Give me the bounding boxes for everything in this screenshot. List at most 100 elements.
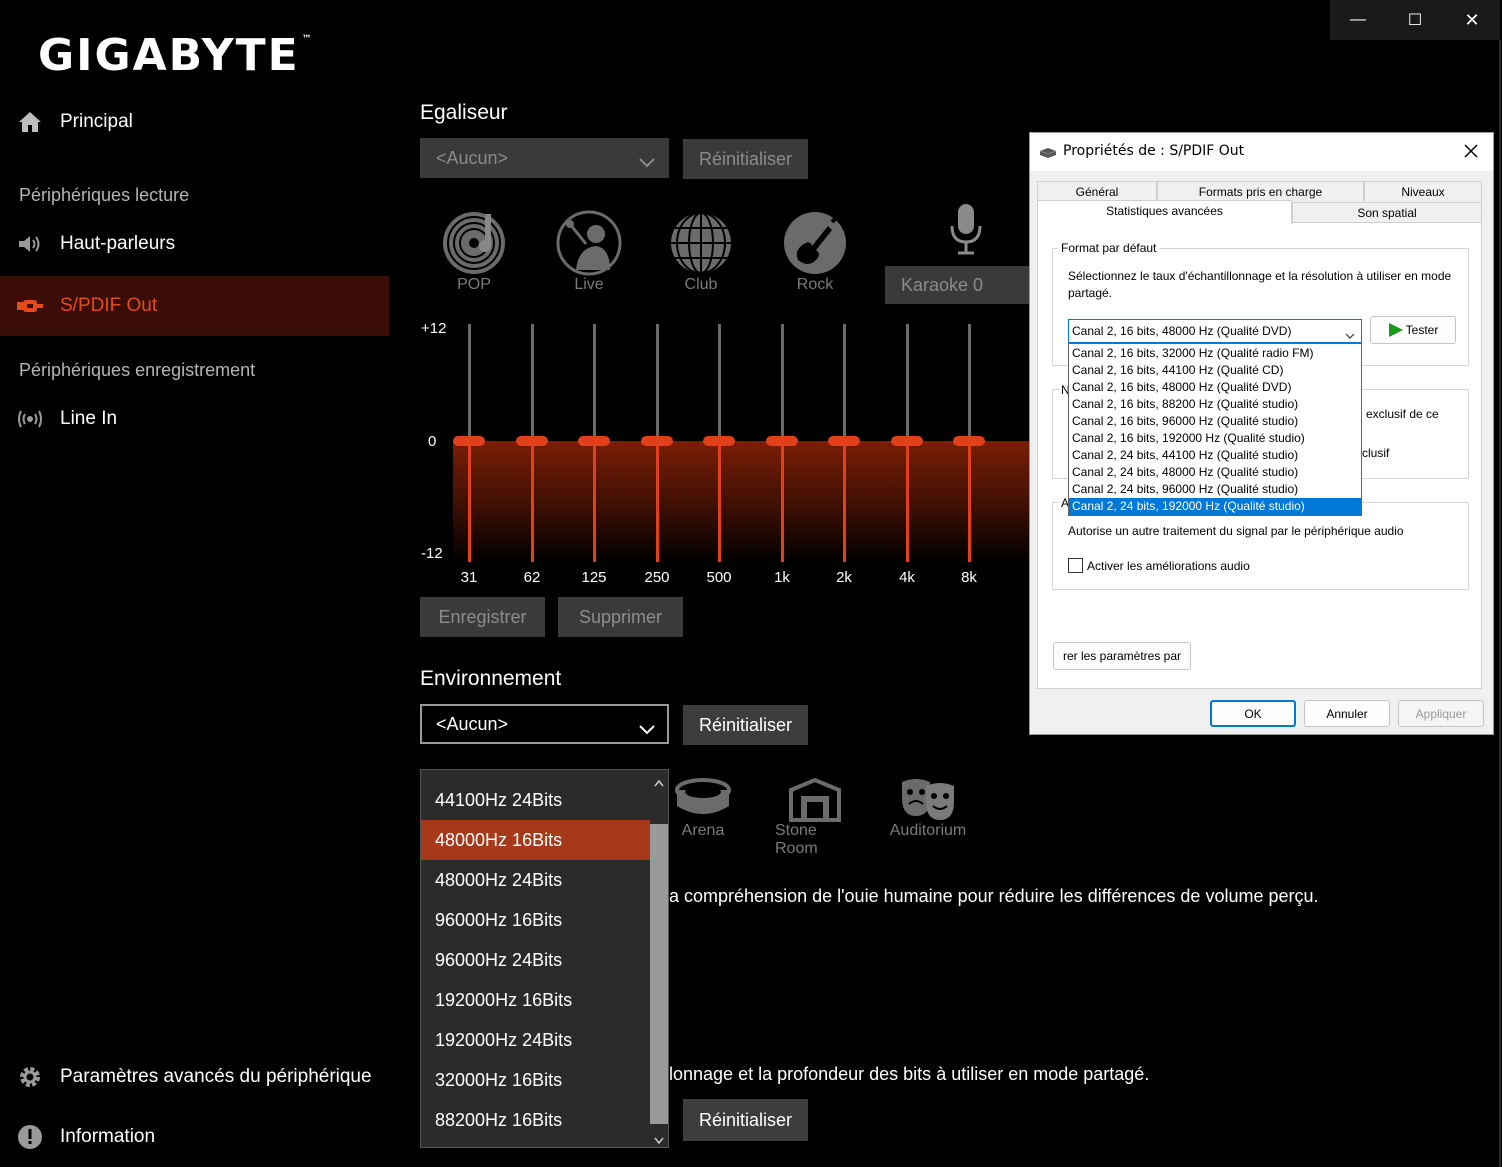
eq-scale-top: +12 [421,320,447,337]
preset-live[interactable]: Live [549,210,629,294]
eq-delete-button[interactable]: Supprimer [558,597,683,637]
eq-band-fill [531,441,534,562]
eq-band-knob[interactable] [828,436,860,446]
format-reset-button[interactable]: Réinitialiser [683,1099,808,1141]
eq-band-knob[interactable] [578,436,610,446]
format-description: lonnage et la profondeur des bits à util… [669,1064,1150,1084]
format-list-item[interactable]: Canal 2, 24 bits, 48000 Hz (Qualité stud… [1069,464,1361,481]
format-list-item[interactable]: Canal 2, 24 bits, 44100 Hz (Qualité stud… [1069,447,1361,464]
enhancements-checkbox[interactable] [1068,558,1083,573]
eq-save-button[interactable]: Enregistrer [420,597,545,637]
eq-band-fill [906,441,909,562]
env-preset-arena[interactable]: Arena [663,776,743,840]
eq-band-knob[interactable] [766,436,798,446]
scrollbar-thumb[interactable] [650,824,668,1124]
scroll-down-arrow-icon[interactable] [654,1132,664,1150]
format-dropdown-list[interactable]: 44100Hz 24Bits 48000Hz 16Bits 48000Hz 24… [420,769,669,1148]
tab-levels[interactable]: Niveaux [1364,181,1482,201]
close-button[interactable]: ✕ [1444,0,1500,40]
sidebar-item-label: Information [60,1126,156,1147]
karaoke-level-spinner[interactable]: Karaoke 0 [885,266,1031,304]
group-default-format-label: Format par défaut [1058,241,1160,255]
dropdown-scrollbar[interactable] [650,770,668,1147]
env-preset-auditorium[interactable]: Auditorium [888,776,968,840]
sidebar-item-speakers[interactable]: Haut-parleurs [0,214,389,274]
format-option[interactable]: 96000Hz 16Bits [421,900,650,940]
test-button[interactable]: Tester [1370,316,1456,344]
sidebar-item-principal[interactable]: Principal [0,92,389,152]
eq-band-label: 4k [899,569,915,586]
eq-band-fill [781,441,784,562]
format-listbox[interactable]: Canal 2, 16 bits, 32000 Hz (Qualité radi… [1068,343,1362,516]
info-icon [0,1124,60,1150]
preset-pop[interactable]: POP [434,210,514,294]
eq-band-knob[interactable] [516,436,548,446]
eq-band-knob[interactable] [703,436,735,446]
equalizer-preset-select[interactable]: <Aucun> [420,138,669,178]
play-icon [1388,323,1403,337]
speaker-icon [0,234,60,254]
eq-band-fill [843,441,846,562]
dialog-close-button[interactable] [1460,140,1482,162]
eq-band-label: 8k [961,569,977,586]
chevron-down-icon [639,719,655,740]
environment-reset-button[interactable]: Réinitialiser [683,705,808,745]
maximize-button[interactable]: ☐ [1387,0,1443,40]
sidebar-item-label: Haut-parleurs [60,233,176,254]
eq-band-label: 125 [581,569,607,586]
tab-supported-formats[interactable]: Formats pris en charge [1157,181,1364,201]
test-button-label: Tester [1405,323,1439,337]
format-list-item[interactable]: Canal 2, 16 bits, 48000 Hz (Qualité DVD) [1069,379,1361,396]
scroll-up-arrow-icon[interactable] [654,774,664,792]
preset-club[interactable]: Club [661,210,741,294]
tab-spatial-sound[interactable]: Son spatial [1292,202,1482,223]
ok-button[interactable]: OK [1210,700,1296,727]
tab-advanced-stats[interactable]: Statistiques avancées [1037,200,1292,224]
apply-button[interactable]: Appliquer [1398,700,1484,727]
sidebar-item-line-in[interactable]: Line In [0,389,389,449]
disco-ball-icon [671,212,731,274]
default-format-combobox[interactable]: Canal 2, 16 bits, 48000 Hz (Qualité DVD) [1068,319,1362,343]
env-preset-stone-room[interactable]: Stone Room [775,776,855,858]
format-list-item-selected[interactable]: Canal 2, 24 bits, 192000 Hz (Qualité stu… [1069,498,1361,515]
loudness-description: a compréhension de l'ouie humaine pour r… [669,886,1319,906]
tab-general[interactable]: Général [1037,181,1157,201]
format-list-item[interactable]: Canal 2, 16 bits, 88200 Hz (Qualité stud… [1069,396,1361,413]
microphone-icon [948,202,984,261]
format-option[interactable]: 192000Hz 24Bits [421,1020,650,1060]
format-list-item[interactable]: Canal 2, 16 bits, 96000 Hz (Qualité stud… [1069,413,1361,430]
stone-room-icon [789,777,841,822]
home-icon [0,111,60,133]
format-option-selected[interactable]: 48000Hz 16Bits [421,820,650,860]
eq-band-knob[interactable] [641,436,673,446]
cancel-button[interactable]: Annuler [1304,700,1390,727]
enhancements-description: Autorise un autre traitement du signal p… [1068,524,1404,538]
format-list-item[interactable]: Canal 2, 24 bits, 96000 Hz (Qualité stud… [1069,481,1361,498]
environment-select[interactable]: <Aucun> [420,704,669,744]
format-option[interactable]: 48000Hz 24Bits [421,860,650,900]
format-option[interactable]: 32000Hz 16Bits [421,1060,650,1100]
format-list-item[interactable]: Canal 2, 16 bits, 32000 Hz (Qualité radi… [1069,345,1361,362]
eq-band-knob[interactable] [953,436,985,446]
format-option[interactable]: 192000Hz 16Bits [421,980,650,1020]
sidebar-item-label: S/PDIF Out [60,295,158,316]
sidebar-item-advanced-settings[interactable]: Paramètres avancés du périphérique [0,1047,389,1107]
restore-defaults-button[interactable]: rer les paramètres par [1053,642,1191,670]
format-list-item[interactable]: Canal 2, 16 bits, 44100 Hz (Qualité CD) [1069,362,1361,379]
equalizer-reset-button[interactable]: Réinitialiser [683,139,808,179]
eq-band-knob[interactable] [891,436,923,446]
sidebar-item-information[interactable]: Information [0,1107,389,1167]
section-playback-devices: Périphériques lecture [19,185,190,205]
format-option[interactable]: 96000Hz 24Bits [421,940,650,980]
gigabyte-logo: GIGABYTE ™ [38,30,314,81]
spdif-connector-icon [0,299,60,313]
enhancements-checkbox-label[interactable]: Activer les améliorations audio [1087,559,1250,573]
format-option[interactable]: 44100Hz 24Bits [421,780,650,820]
format-list-item[interactable]: Canal 2, 16 bits, 192000 Hz (Qualité stu… [1069,430,1361,447]
eq-band-knob[interactable] [453,436,485,446]
environment-value: <Aucun> [436,713,509,734]
minimize-button[interactable]: — [1330,0,1386,40]
preset-rock[interactable]: Rock [775,210,855,294]
format-option[interactable]: 88200Hz 16Bits [421,1100,650,1140]
sidebar-item-spdif-out[interactable]: S/PDIF Out [0,276,389,336]
